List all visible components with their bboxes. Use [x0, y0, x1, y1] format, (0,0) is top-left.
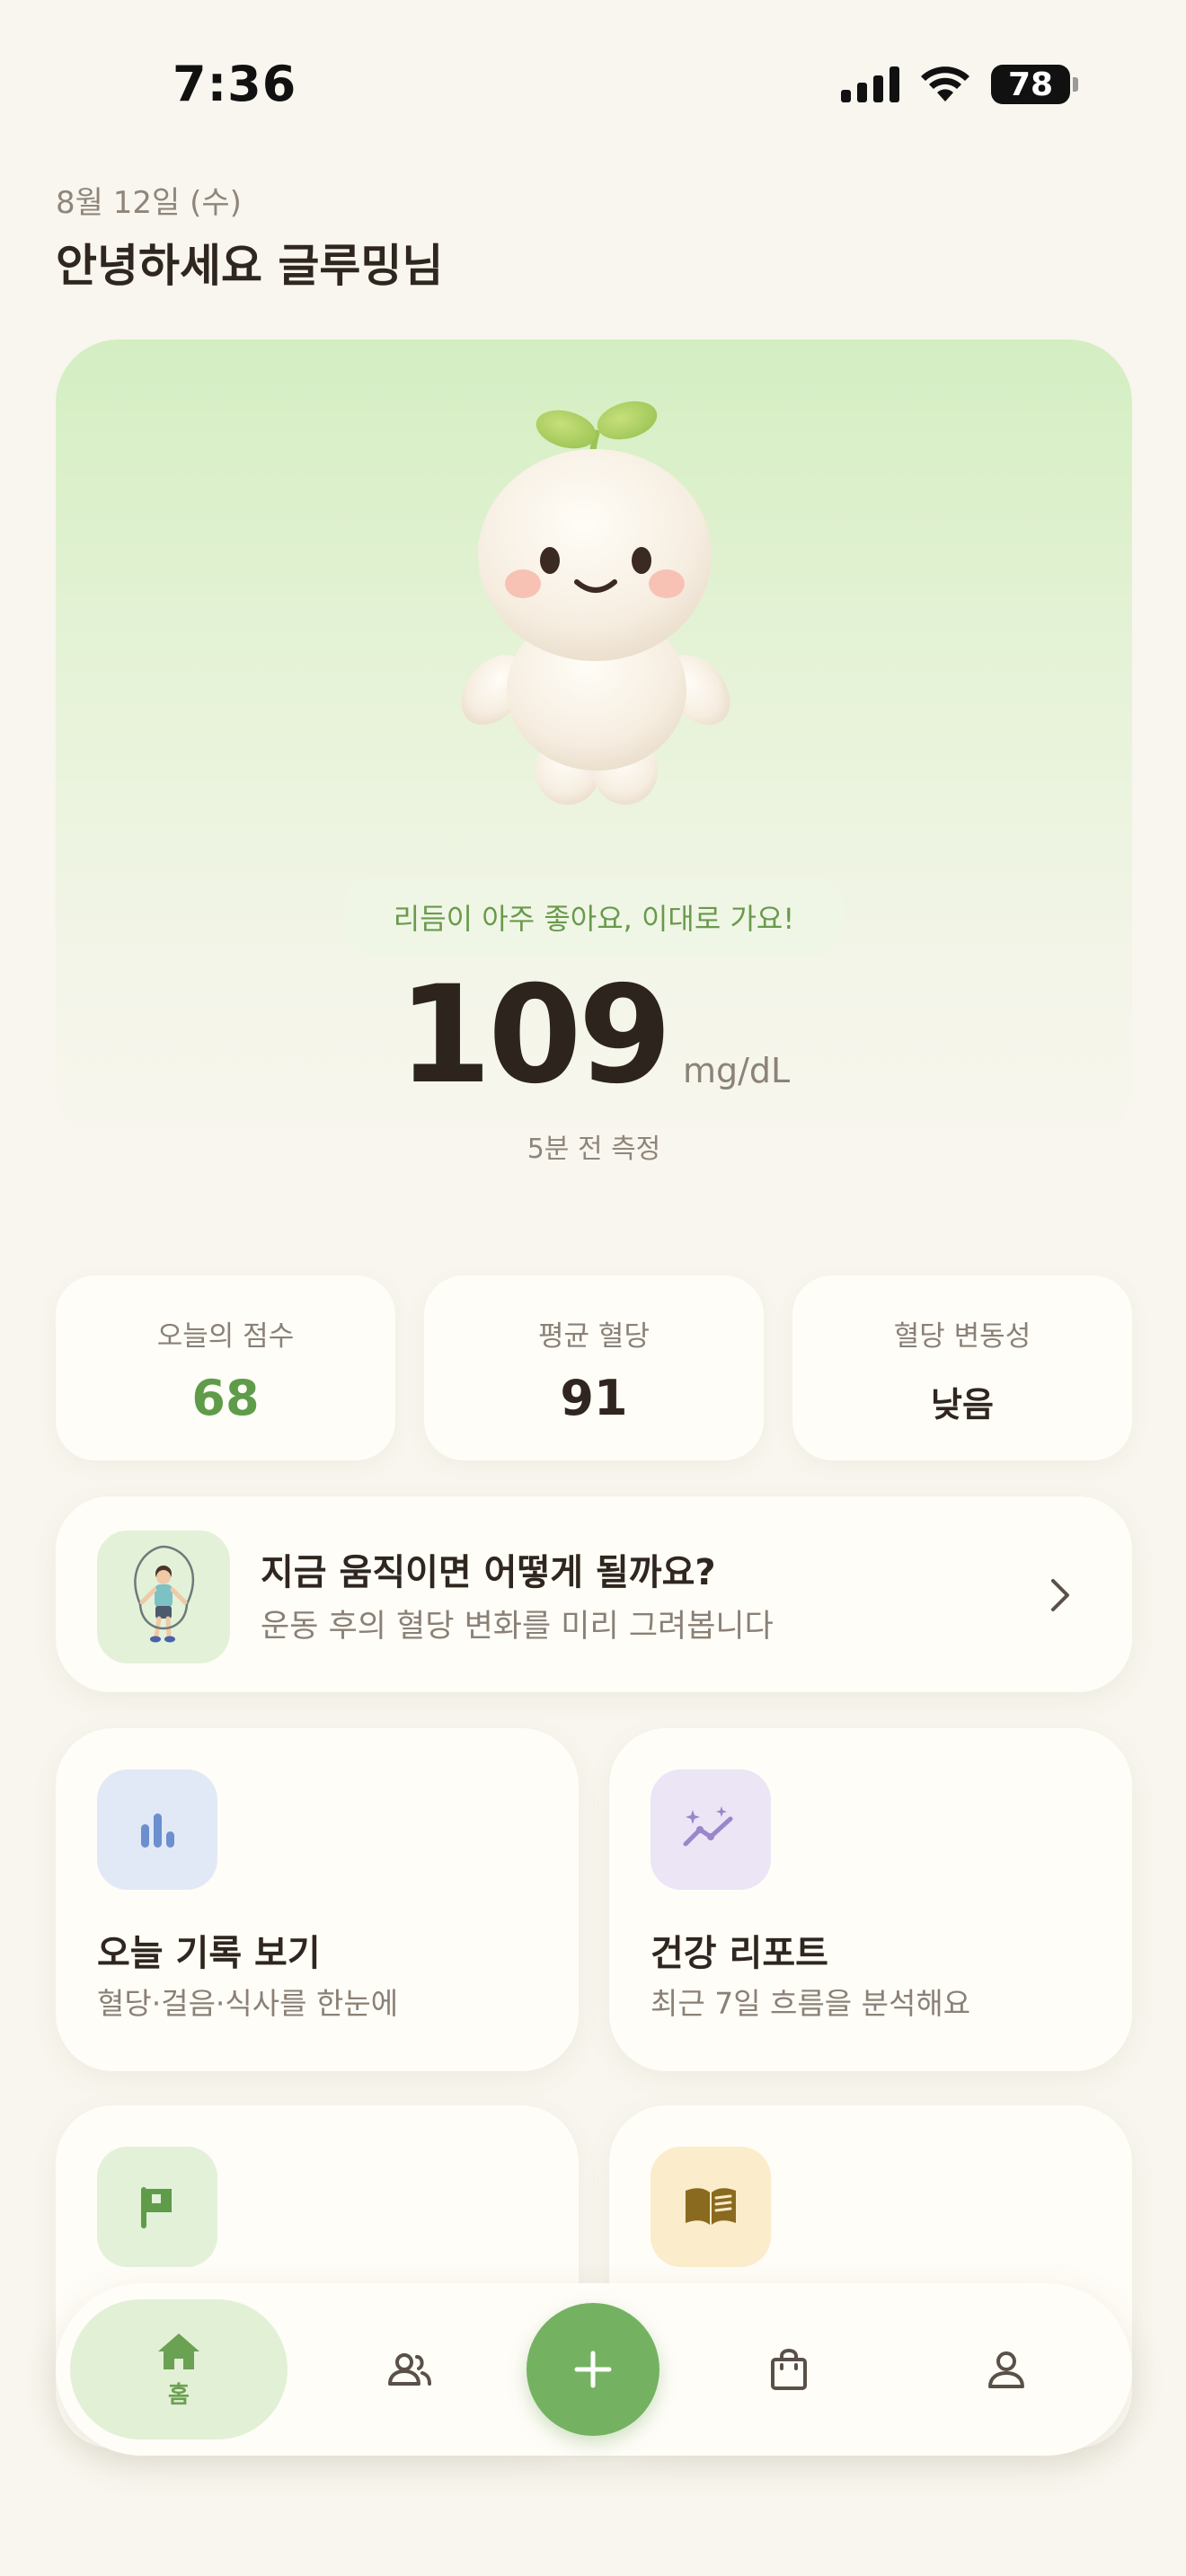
measured-time: 5분 전 측정: [527, 1134, 661, 1165]
status-icons: 78: [841, 65, 1078, 104]
feature-icon-box: [97, 2147, 217, 2267]
profile-icon: [988, 2351, 1024, 2388]
add-button[interactable]: [527, 2303, 659, 2436]
jump-rope-illustration: [97, 1531, 230, 1663]
nav-home-label: 홈: [168, 2381, 190, 2409]
nav-community[interactable]: [374, 2333, 446, 2405]
stat-card-average[interactable]: 평균 혈당 91: [424, 1275, 764, 1460]
home-icon: [158, 2333, 199, 2369]
stat-label: 평균 혈당: [538, 1320, 650, 1353]
flag-icon: [141, 2187, 172, 2228]
nav-home[interactable]: 홈: [70, 2299, 288, 2439]
glucose-reading: 109 mg/dL: [56, 968, 1132, 1103]
feature-icon-box: [97, 1769, 217, 1890]
status-bar: 7:36 78: [0, 0, 1186, 171]
wifi-icon: [921, 66, 969, 101]
nav-shop[interactable]: [753, 2333, 825, 2405]
bar-chart-icon: [141, 1813, 174, 1848]
stat-value: 68: [191, 1370, 260, 1426]
sprout-mascot-illustration: [461, 401, 730, 805]
stat-card-variability[interactable]: 혈당 변동성 낮음: [792, 1275, 1132, 1460]
feature-icon-box: [651, 1769, 771, 1890]
exercise-simulation-banner[interactable]: 지금 움직이면 어떻게 될까요? 운동 후의 혈당 변화를 미리 그려봅니다: [56, 1496, 1132, 1692]
trend-sparkle-icon: [683, 1806, 733, 1847]
stat-value: 낮음: [931, 1385, 994, 1425]
stat-label: 혈당 변동성: [893, 1320, 1031, 1353]
plus-icon: [574, 2351, 612, 2388]
bottom-navigation: 홈: [56, 2283, 1132, 2456]
shopping-bag-icon: [771, 2349, 807, 2390]
health-report-card[interactable]: 건강 리포트 최근 7일 흐름을 분석해요: [609, 1728, 1132, 2071]
feature-subtitle: 혈당·걸음·식사를 한눈에: [97, 1986, 399, 2021]
feature-subtitle: 최근 7일 흐름을 분석해요: [651, 1986, 971, 2021]
glucose-hero-card[interactable]: 리듬이 아주 좋아요, 이대로 가요! 109 mg/dL 5분 전 측정: [56, 340, 1132, 1165]
feature-title: 오늘 기록 보기: [97, 1933, 321, 1974]
users-icon: [388, 2353, 431, 2386]
glucose-unit: mg/dL: [682, 1051, 791, 1090]
battery-level: 78: [991, 65, 1070, 104]
status-message-pill: 리듬이 아주 좋아요, 이대로 가요!: [345, 878, 843, 956]
feature-title: 건강 리포트: [651, 1933, 828, 1974]
stat-card-score[interactable]: 오늘의 점수 68: [56, 1275, 395, 1460]
banner-subtitle: 운동 후의 혈당 변화를 미리 그려봅니다: [261, 1609, 774, 1645]
banner-title: 지금 움직이면 어떻게 될까요?: [261, 1552, 716, 1593]
nav-profile[interactable]: [970, 2333, 1042, 2405]
book-icon: [686, 2188, 736, 2225]
greeting-title: 안녕하세요 글루밍님: [56, 240, 444, 292]
glucose-value: 109: [397, 957, 672, 1114]
cellular-signal-icon: [841, 66, 899, 102]
chevron-right-icon: [1051, 1579, 1069, 1611]
feature-icon-box: [651, 2147, 771, 2267]
stat-label: 오늘의 점수: [156, 1320, 295, 1353]
date-label: 8월 12일 (수): [56, 185, 242, 221]
battery-icon: 78: [991, 65, 1078, 104]
stat-value: 91: [560, 1370, 628, 1426]
status-time: 7:36: [173, 56, 297, 112]
today-records-card[interactable]: 오늘 기록 보기 혈당·걸음·식사를 한눈에: [56, 1728, 579, 2071]
